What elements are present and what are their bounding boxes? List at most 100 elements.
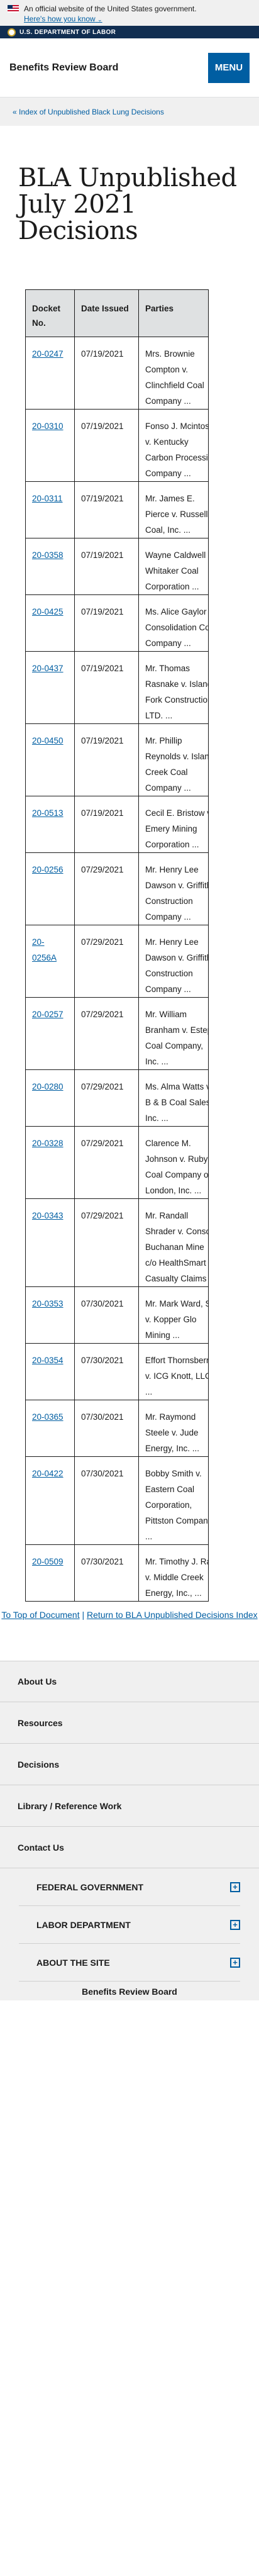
docket-cell: 20-0422 [25, 1456, 75, 1545]
site-title[interactable]: Benefits Review Board [9, 62, 118, 74]
menu-button[interactable]: MENU [208, 52, 250, 83]
heres-how-you-know-label: Here's how you know [24, 14, 96, 23]
table-row: 20-0310 07/19/2021Fonso J. Mcintosh v. Ke… [25, 409, 208, 482]
table-body: 20-0247 07/19/2021 Mrs. Brownie Compton v.… [25, 337, 208, 1602]
chevron-down-icon: ⌄ [97, 16, 102, 23]
accordion-about-the-site[interactable]: ABOUT THE SITE + [19, 1944, 240, 1982]
docket-cell: 20-0343 [25, 1198, 75, 1287]
parties-cell: Mr. Thomas Rasnake v. Island Fork Constr… [138, 651, 208, 724]
footer-nav-library[interactable]: Library / Reference Work [0, 1785, 259, 1827]
table-row: 20-0280 07/29/2021 Ms. Alma Watts v. B & B… [25, 1069, 208, 1127]
docket-cell: 20-0256 [25, 852, 75, 925]
accordion-labor-department[interactable]: LABOR DEPARTMENT + [19, 1906, 240, 1944]
table-row: 20-0365 07/30/2021 Mr. Raymond Steele v. J… [25, 1400, 208, 1457]
docket-link[interactable]: 20-0280 [32, 1082, 63, 1091]
heres-how-you-know-link[interactable]: Here's how you know ⌄ [24, 14, 102, 25]
date-column-header: Date Issued [74, 289, 139, 337]
decisions-table-wrapper[interactable]: Docket No. Date Issued Parties 20-0247 07… [25, 289, 209, 1602]
docket-link[interactable]: 20-0256A [32, 937, 57, 962]
docket-link[interactable]: 20-0422 [32, 1469, 63, 1478]
docket-cell: 20-0257 [25, 997, 75, 1070]
bottom-links: To Top of Document | Return to BLA Unpub… [0, 1607, 259, 1623]
docket-cell: 20-0450 [25, 723, 75, 796]
docket-link[interactable]: 20-0365 [32, 1412, 63, 1422]
table-row: 20-0509 07/30/2021 Mr. Timothy J. Ray v. M… [25, 1544, 208, 1602]
docket-link[interactable]: 20-0425 [32, 607, 63, 616]
docket-link[interactable]: 20-0354 [32, 1356, 63, 1365]
date-cell: 07/19/2021 [74, 481, 139, 538]
docket-link[interactable]: 20-0358 [32, 550, 63, 560]
table-row: 20-0343 07/29/2021 Mr. Randall Shrader v. … [25, 1198, 208, 1287]
date-cell: 07/29/2021 [74, 1198, 139, 1287]
parties-cell: Bobby Smith v. Eastern Coal Corporation,… [138, 1456, 208, 1545]
table-row: 20-0437 07/19/2021 Mr. Thomas Rasnake v. I… [25, 651, 208, 724]
accordion-label: LABOR DEPARTMENT [36, 1919, 131, 1930]
parties-cell: Mr. Henry Lee Dawson v. Griffith Constru… [138, 852, 208, 925]
parties-cell: Mr. William Branham v. Estep Coal Compan… [138, 997, 208, 1070]
docket-link[interactable]: 20-0328 [32, 1139, 63, 1148]
table-row: 20-0256A 07/29/2021 Mr. Henry Lee Dawson v… [25, 925, 208, 998]
parties-cell: Mr. Timothy J. Ray v. Middle Creek Energ… [138, 1544, 208, 1602]
date-cell: 07/30/2021 [74, 1343, 139, 1400]
date-cell: 07/19/2021 [74, 651, 139, 724]
table-row: 20-0353 07/30/2021 Mr. Mark Ward, Sr. v. K… [25, 1286, 208, 1344]
accordion-federal-government[interactable]: FEDERAL GOVERNMENT + [19, 1868, 240, 1906]
date-cell: 07/30/2021 [74, 1286, 139, 1344]
docket-cell: 20-0256A [25, 925, 75, 998]
gov-banner-statement: An official website of the United States… [24, 4, 197, 13]
table-row: 20-0328 07/29/2021 Clarence M. Johnson v. … [25, 1126, 208, 1199]
parties-cell: Ms. Alice Gaylor v. Consolidation Coal C… [138, 594, 208, 652]
date-cell: 07/30/2021 [74, 1544, 139, 1602]
parties-cell: Mr. Randall Shrader v. Consol Buchanan M… [138, 1198, 208, 1287]
docket-link[interactable]: 20-0509 [32, 1557, 63, 1566]
date-cell: 07/19/2021 [74, 796, 139, 853]
gov-banner: An official website of the United States… [0, 0, 259, 26]
table-row: 20-0247 07/19/2021 Mrs. Brownie Compton v.… [25, 337, 208, 410]
table-row: 20-0422 07/30/2021 Bobby Smith v. Eastern … [25, 1456, 208, 1545]
docket-link[interactable]: 20-0257 [32, 1010, 63, 1019]
parties-cell: Effort Thornsberry v. ICG Knott, LLC ... [138, 1343, 208, 1400]
footer-bottom-title: Benefits Review Board [0, 1982, 259, 2000]
docket-link[interactable]: 20-0353 [32, 1299, 63, 1308]
docket-cell: 20-0358 [25, 538, 75, 595]
parties-cell: Wayne Caldwell v. Whitaker Coal Corporat… [138, 538, 208, 595]
date-cell: 07/19/2021 [74, 409, 139, 482]
site-header: Benefits Review Board MENU [0, 38, 259, 98]
footer-nav: About Us Resources Decisions Library / R… [0, 1661, 259, 1868]
footer-nav-decisions[interactable]: Decisions [0, 1744, 259, 1785]
decisions-table: Docket No. Date Issued Parties 20-0247 07… [25, 289, 208, 1602]
docket-link[interactable]: 20-0311 [32, 494, 63, 503]
parties-cell: Ms. Alma Watts v. B & B Coal Sales, Inc.… [138, 1069, 208, 1127]
agency-name[interactable]: U.S. DEPARTMENT OF LABOR [19, 29, 116, 36]
footer-nav-resources[interactable]: Resources [0, 1702, 259, 1744]
docket-cell: 20-0354 [25, 1343, 75, 1400]
date-cell: 07/29/2021 [74, 1126, 139, 1199]
docket-link[interactable]: 20-0310 [32, 421, 63, 431]
date-cell: 07/29/2021 [74, 852, 139, 925]
date-cell: 07/29/2021 [74, 925, 139, 998]
table-row: 20-0358 07/19/2021 Wayne Caldwell v. Whita… [25, 538, 208, 595]
date-cell: 07/19/2021 [74, 594, 139, 652]
docket-column-header: Docket No. [25, 289, 75, 337]
docket-link[interactable]: 20-0513 [32, 808, 63, 818]
footer-nav-contact-us[interactable]: Contact Us [0, 1827, 259, 1868]
return-index-link[interactable]: Return to BLA Unpublished Decisions Inde… [87, 1610, 258, 1620]
docket-cell: 20-0310 [25, 409, 75, 482]
parties-cell: Mr. Mark Ward, Sr. v. Kopper Glo Mining … [138, 1286, 208, 1344]
docket-link[interactable]: 20-0256 [32, 865, 63, 874]
footer-accordion: FEDERAL GOVERNMENT + LABOR DEPARTMENT + … [0, 1868, 259, 1982]
index-link[interactable]: « Index of Unpublished Black Lung Decisi… [13, 108, 164, 116]
docket-link[interactable]: 20-0343 [32, 1211, 63, 1220]
docket-link[interactable]: 20-0450 [32, 736, 63, 745]
table-row: 20-0450 07/19/2021 Mr. Phillip Reynolds v.… [25, 723, 208, 796]
docket-cell: 20-0280 [25, 1069, 75, 1127]
to-top-link[interactable]: To Top of Document [1, 1610, 79, 1620]
date-cell: 07/19/2021 [74, 538, 139, 595]
plus-icon: + [230, 1882, 240, 1892]
parties-cell: Mr. Henry Lee Dawson v. Griffith Constru… [138, 925, 208, 998]
table-row: 20-0425 07/19/2021Ms. Alice Gaylor v. Con… [25, 594, 208, 652]
docket-link[interactable]: 20-0437 [32, 664, 63, 673]
docket-link[interactable]: 20-0247 [32, 349, 63, 359]
docket-cell: 20-0328 [25, 1126, 75, 1199]
footer-nav-about-us[interactable]: About Us [0, 1661, 259, 1702]
